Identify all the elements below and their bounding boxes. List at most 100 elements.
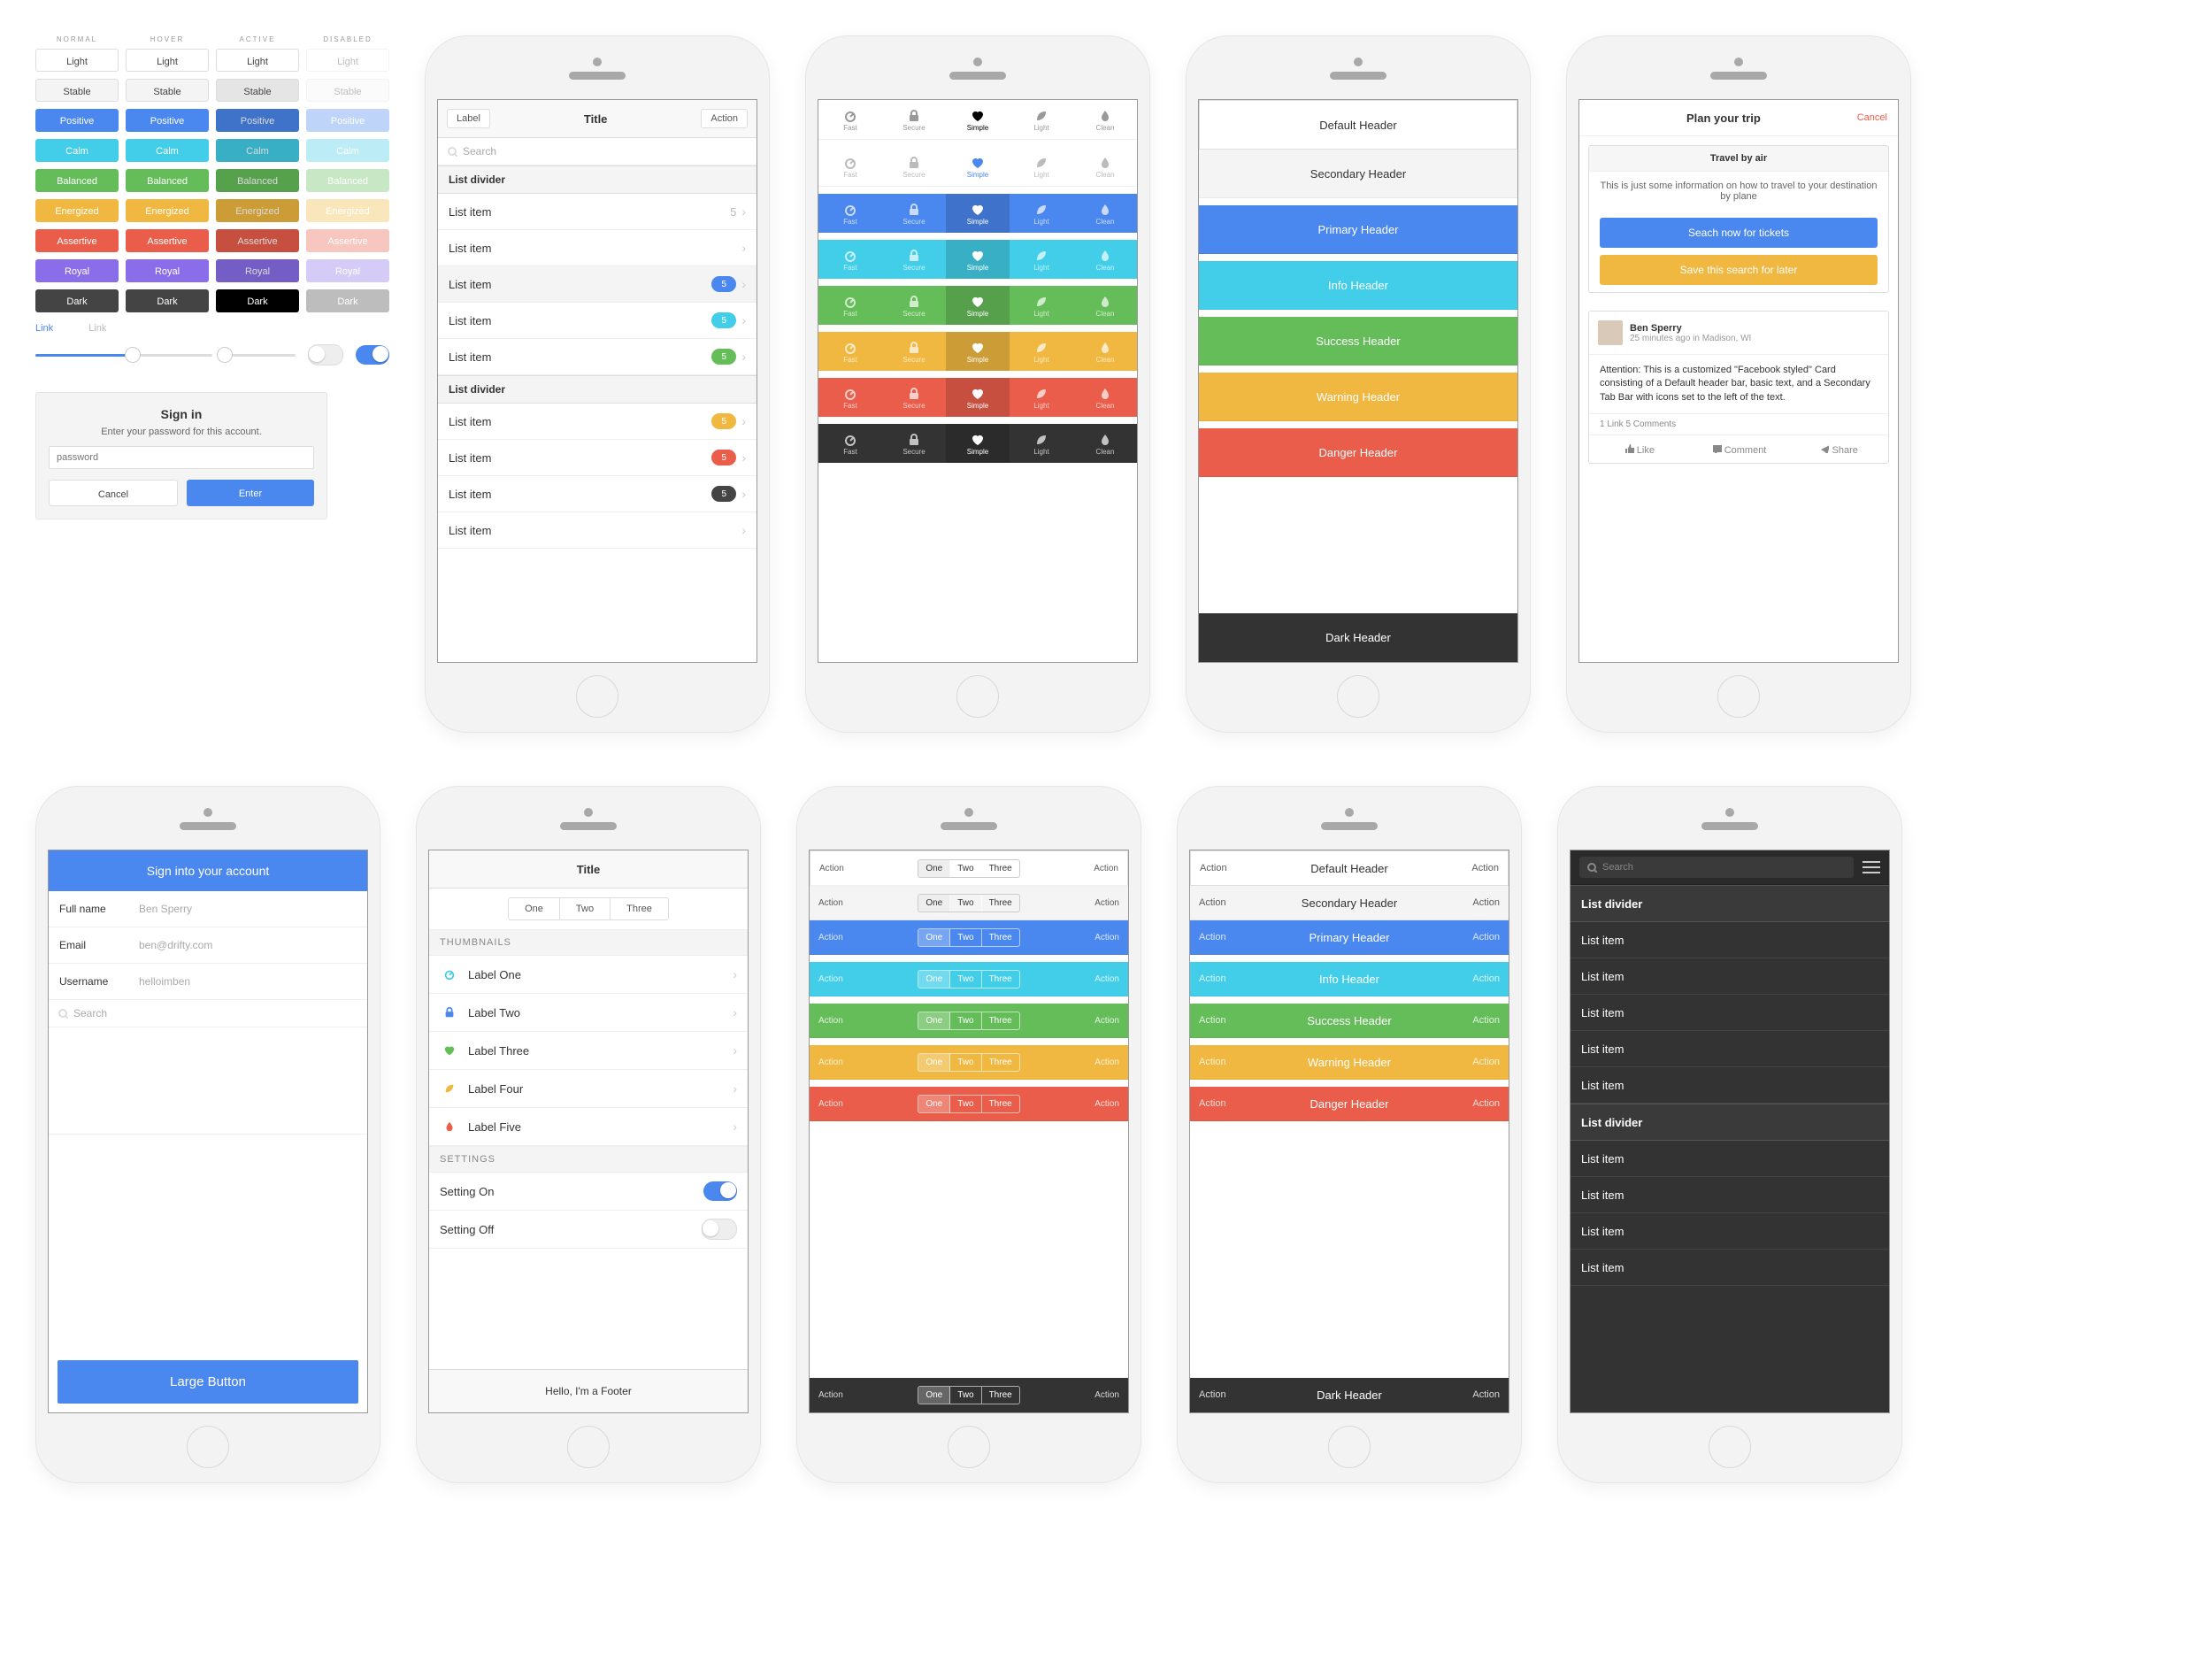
list-item[interactable]: List item xyxy=(1571,1177,1889,1213)
tab-light[interactable]: Light xyxy=(1010,100,1073,139)
action-button[interactable]: Action xyxy=(818,974,843,984)
tab-simple[interactable]: Simple xyxy=(946,194,1010,233)
segment-three[interactable]: Three xyxy=(982,860,1019,877)
list-item[interactable]: Label Two› xyxy=(429,994,748,1032)
positive-button[interactable]: Positive xyxy=(216,109,299,132)
like-button[interactable]: Like xyxy=(1589,435,1689,463)
positive-button[interactable]: Positive xyxy=(35,109,119,132)
home-button[interactable] xyxy=(567,1426,610,1468)
action-button[interactable]: Action xyxy=(1094,933,1119,942)
action-button[interactable]: Action xyxy=(1094,1016,1119,1026)
action-button[interactable]: Action xyxy=(1199,1098,1226,1109)
home-button[interactable] xyxy=(1328,1426,1371,1468)
tab-simple[interactable]: Simple xyxy=(946,424,1010,463)
balanced-button[interactable]: Balanced xyxy=(216,169,299,192)
save-search-button[interactable]: Save this search for later xyxy=(1600,255,1878,285)
tab-secure[interactable]: Secure xyxy=(882,378,946,417)
assertive-button[interactable]: Assertive xyxy=(216,229,299,252)
segment-three[interactable]: Three xyxy=(982,1387,1019,1404)
tab-secure[interactable]: Secure xyxy=(882,332,946,371)
list-item[interactable]: List item5› xyxy=(438,440,757,476)
action-button[interactable]: Action xyxy=(1094,898,1119,908)
tab-simple[interactable]: Simple xyxy=(946,332,1010,371)
action-button[interactable]: Action xyxy=(1094,974,1119,984)
energized-button[interactable]: Energized xyxy=(216,199,299,222)
tab-fast[interactable]: Fast xyxy=(818,424,882,463)
segment-two[interactable]: Two xyxy=(950,1387,981,1404)
segment-one[interactable]: One xyxy=(918,895,950,912)
light-button[interactable]: Light xyxy=(126,49,209,72)
segmented-control[interactable]: OneTwoThree xyxy=(918,1053,1019,1072)
segment-two[interactable]: Two xyxy=(950,971,981,988)
stable-button[interactable]: Stable xyxy=(35,79,119,102)
action-button[interactable]: Action xyxy=(1094,1058,1119,1067)
segment-three[interactable]: Three xyxy=(982,1012,1019,1029)
action-button[interactable]: Action xyxy=(1199,1015,1226,1026)
list-item[interactable]: List item5› xyxy=(438,194,757,230)
email-field[interactable]: Emailben@drifty.com xyxy=(49,927,367,964)
tab-secure[interactable]: Secure xyxy=(882,147,946,186)
action-button[interactable]: Action xyxy=(1199,897,1226,908)
action-button[interactable]: Action xyxy=(1472,932,1500,942)
royal-button[interactable]: Royal xyxy=(216,259,299,282)
toggle-off[interactable] xyxy=(702,1219,737,1240)
nav-action-button[interactable]: Action xyxy=(701,109,748,128)
tab-secure[interactable]: Secure xyxy=(882,424,946,463)
action-button[interactable]: Action xyxy=(1199,973,1226,984)
tab-secure[interactable]: Secure xyxy=(882,240,946,279)
cancel-button[interactable]: Cancel xyxy=(49,480,178,506)
segment-three[interactable]: Three xyxy=(982,1054,1019,1071)
list-item[interactable]: List item xyxy=(1571,1250,1889,1286)
balanced-button[interactable]: Balanced xyxy=(126,169,209,192)
tab-fast[interactable]: Fast xyxy=(818,286,882,325)
energized-button[interactable]: Energized xyxy=(126,199,209,222)
tab-light[interactable]: Light xyxy=(1010,424,1073,463)
search-tickets-button[interactable]: Seach now for tickets xyxy=(1600,218,1878,248)
action-button[interactable]: Action xyxy=(1199,932,1226,942)
list-item[interactable]: List item5› xyxy=(438,303,757,339)
comment-button[interactable]: Comment xyxy=(1689,435,1789,463)
tab-simple[interactable]: Simple xyxy=(946,100,1010,139)
light-button[interactable]: Light xyxy=(35,49,119,72)
dark-button[interactable]: Dark xyxy=(126,289,209,312)
segment-three[interactable]: Three xyxy=(982,971,1019,988)
home-button[interactable] xyxy=(948,1426,990,1468)
cancel-link[interactable]: Cancel xyxy=(1857,112,1887,123)
tab-clean[interactable]: Clean xyxy=(1073,240,1137,279)
tab-fast[interactable]: Fast xyxy=(818,332,882,371)
segment-two[interactable]: Two xyxy=(950,1096,981,1112)
segment-two[interactable]: Two xyxy=(950,895,981,912)
royal-button[interactable]: Royal xyxy=(35,259,119,282)
password-input[interactable] xyxy=(49,446,314,469)
slider[interactable] xyxy=(225,354,296,357)
stable-button[interactable]: Stable xyxy=(126,79,209,102)
action-button[interactable]: Action xyxy=(818,1099,843,1109)
segment-two[interactable]: Two xyxy=(950,1012,981,1029)
list-item[interactable]: List item xyxy=(1571,1031,1889,1067)
home-button[interactable] xyxy=(1717,675,1760,718)
menu-icon[interactable] xyxy=(1863,861,1880,873)
segmented-control[interactable]: OneTwoThree xyxy=(918,1386,1019,1404)
list-item[interactable]: List item xyxy=(1571,995,1889,1031)
segment-one[interactable]: One xyxy=(918,1012,950,1029)
segmented-control[interactable]: OneTwoThree xyxy=(918,859,1019,878)
fullname-field[interactable]: Full nameBen Sperry xyxy=(49,891,367,927)
list-item[interactable]: List item xyxy=(1571,1213,1889,1250)
tab-fast[interactable]: Fast xyxy=(818,240,882,279)
home-button[interactable] xyxy=(576,675,618,718)
list-item[interactable]: List item5› xyxy=(438,266,757,303)
tab-fast[interactable]: Fast xyxy=(818,147,882,186)
home-button[interactable] xyxy=(956,675,999,718)
action-button[interactable]: Action xyxy=(818,933,843,942)
segmented-control[interactable]: OneTwoThree xyxy=(918,1095,1019,1113)
share-button[interactable]: Share xyxy=(1788,435,1888,463)
list-item[interactable]: List item xyxy=(1571,922,1889,958)
tab-clean[interactable]: Clean xyxy=(1073,332,1137,371)
tab-clean[interactable]: Clean xyxy=(1073,100,1137,139)
positive-button[interactable]: Positive xyxy=(126,109,209,132)
segmented-control[interactable]: OneTwoThree xyxy=(918,1012,1019,1030)
toggle-off[interactable] xyxy=(308,344,343,365)
segment-two[interactable]: Two xyxy=(950,1054,981,1071)
toggle-on[interactable] xyxy=(356,345,389,365)
segmented-control[interactable]: OneTwoThree xyxy=(508,897,669,920)
